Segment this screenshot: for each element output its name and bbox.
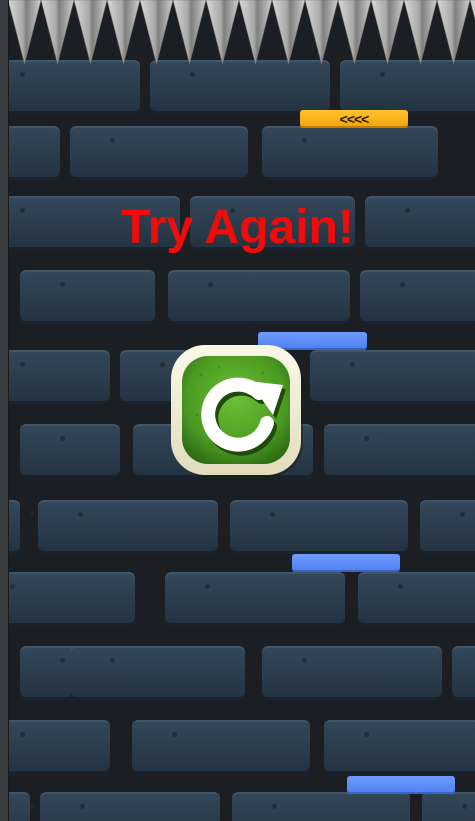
spike — [40, 0, 75, 65]
spike — [436, 0, 471, 65]
platform — [292, 554, 400, 572]
retry-button[interactable] — [171, 345, 305, 479]
spike — [304, 0, 339, 65]
spike — [139, 0, 174, 65]
spike — [172, 0, 207, 65]
spike — [370, 0, 405, 65]
left-border — [0, 0, 9, 821]
spike — [73, 0, 108, 65]
spike — [337, 0, 372, 65]
restart-arrow-icon — [171, 345, 303, 477]
spike — [8, 0, 42, 65]
try-again-message: Try Again! — [121, 201, 354, 254]
spike — [469, 0, 475, 21]
spike — [205, 0, 240, 65]
spike — [106, 0, 141, 65]
conveyor-platform: <<<< — [300, 110, 408, 128]
spike — [271, 0, 306, 65]
spike — [238, 0, 273, 65]
ceiling-spikes-icon — [8, 0, 475, 65]
spike — [403, 0, 438, 65]
conveyor-arrows-label: <<<< — [339, 111, 370, 127]
game-canvas: <<<< Try Again! — [0, 0, 475, 821]
platform — [347, 776, 455, 794]
